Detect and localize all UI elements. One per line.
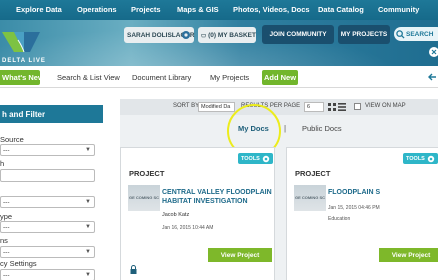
tab-document-library[interactable]: Document Library — [132, 70, 191, 85]
tools-label: TOOLS — [406, 155, 425, 162]
nav-photos-videos-docs[interactable]: Photos, Videos, Docs — [233, 5, 310, 14]
basket-icon — [201, 33, 206, 37]
filter-label-search: h — [0, 159, 5, 168]
project-date: Jan 15, 2015 04:46 PM — [328, 205, 380, 211]
privacy-select-value: --- — [3, 271, 10, 279]
ns-select-value: --- — [3, 248, 10, 256]
tools-label: TOOLS — [241, 155, 260, 162]
toggle-separator: | — [284, 124, 287, 133]
tools-button[interactable]: TOOLS — [403, 153, 438, 164]
sort-by-label: SORT BY — [173, 103, 200, 109]
nav-operations[interactable]: Operations — [77, 5, 117, 14]
view-project-button[interactable]: View Project — [208, 248, 272, 262]
project-thumbnail[interactable]: GE COMING SC — [128, 185, 160, 211]
project-date: Jan 16, 2015 10:44 AM — [162, 225, 214, 231]
filter-label-source: Source — [0, 135, 24, 144]
project-thumbnail[interactable]: GE COMING SC — [294, 185, 326, 211]
sub-navigation: What's New Search & List View Document L… — [0, 66, 438, 88]
filter-label-privacy: cy Settings — [0, 259, 37, 268]
nav-maps-gis[interactable]: Maps & GIS — [177, 5, 219, 14]
filter-label-ns: ns — [0, 236, 8, 245]
nav-data-catalog[interactable]: Data Catalog — [318, 5, 364, 14]
filter-label-type: ype — [0, 212, 13, 221]
project-card: TOOLS PROJECT GE COMING SC FLOODPLAIN S … — [286, 147, 438, 280]
search-field[interactable] — [0, 169, 95, 182]
my-basket-button[interactable]: (0) MY BASKET — [198, 27, 256, 43]
ns-select[interactable]: --- ▼ — [0, 246, 95, 258]
search-icon — [396, 29, 405, 39]
logo-text: DELTA LIVE — [2, 58, 46, 64]
close-icon[interactable] — [426, 46, 438, 58]
thumbnail-text: GE COMING SC — [129, 195, 160, 200]
list-view-icon[interactable] — [338, 103, 346, 111]
tab-search-list-view[interactable]: Search & List View — [57, 70, 120, 85]
my-projects-button[interactable]: MY PROJECTS — [338, 25, 390, 44]
tab-whats-new[interactable]: What's New — [0, 70, 44, 85]
gear-icon — [427, 155, 435, 162]
source-select[interactable]: --- ▼ — [0, 144, 95, 156]
chevron-down-icon: ▼ — [85, 272, 91, 278]
top-navigation: Explore Data Operations Projects Maps & … — [0, 0, 438, 20]
chevron-down-icon: ▼ — [85, 249, 91, 255]
arrow-left-icon[interactable] — [426, 72, 438, 82]
join-community-button[interactable]: JOIN COMMUNITY — [262, 25, 334, 44]
grid-view-icon[interactable] — [328, 103, 336, 111]
results-panel: SORT BY Modified Da RESULTS PER PAGE 6 V… — [120, 99, 438, 280]
filter-header: h and Filter — [0, 105, 103, 123]
chevron-down-icon: ▼ — [85, 147, 91, 153]
source-select-value: --- — [3, 146, 10, 154]
view-project-button[interactable]: View Project — [379, 248, 438, 262]
privacy-select[interactable]: --- ▼ — [0, 269, 95, 280]
sort-bar: SORT BY Modified Da RESULTS PER PAGE 6 V… — [120, 99, 438, 115]
view-on-map-checkbox[interactable] — [354, 103, 361, 110]
results-per-page-select[interactable]: 6 — [304, 102, 324, 112]
delta-live-logo[interactable] — [0, 28, 42, 62]
tools-button[interactable]: TOOLS — [238, 153, 273, 164]
sort-by-select[interactable]: Modified Da — [198, 102, 235, 112]
basket-label: (0) MY BASKET — [208, 31, 256, 39]
filter-select-3[interactable]: --- ▼ — [0, 196, 95, 208]
card-type: PROJECT — [295, 169, 331, 178]
type-select-value: --- — [3, 223, 10, 231]
user-account-button[interactable]: SARAH DOLISLAGER — [124, 27, 195, 43]
lock-icon — [130, 265, 137, 274]
nav-projects[interactable]: Projects — [131, 5, 161, 14]
filter-sidebar: h and Filter Source --- ▼ h --- ▼ ype --… — [0, 88, 103, 280]
tab-my-projects[interactable]: My Projects — [210, 70, 249, 85]
project-author: Jacob Katz — [162, 212, 190, 218]
search-button[interactable]: SEARCH — [394, 27, 438, 41]
project-category: Education — [328, 216, 351, 222]
project-card: TOOLS PROJECT GE COMING SC CENTRAL VALLE… — [120, 147, 275, 280]
project-title[interactable]: FLOODPLAIN S — [328, 188, 380, 197]
nav-community[interactable]: Community — [378, 5, 419, 14]
chevron-down-icon: ▼ — [85, 199, 91, 205]
search-label: SEARCH — [406, 30, 434, 38]
card-type: PROJECT — [129, 169, 165, 178]
public-docs-toggle[interactable]: Public Docs — [302, 124, 342, 133]
filter-select-3-value: --- — [3, 198, 10, 206]
project-title[interactable]: CENTRAL VALLEY FLOODPLAIN HABITAT INVEST… — [162, 188, 272, 206]
nav-explore-data[interactable]: Explore Data — [16, 5, 62, 14]
thumbnail-text: GE COMING SC — [295, 195, 326, 200]
chevron-down-icon: ▼ — [85, 224, 91, 230]
type-select[interactable]: --- ▼ — [0, 221, 95, 233]
gear-icon[interactable] — [181, 30, 191, 40]
add-new-button[interactable]: Add New — [262, 70, 298, 85]
gear-icon — [262, 155, 270, 162]
view-on-map-label: VIEW ON MAP — [365, 103, 406, 109]
